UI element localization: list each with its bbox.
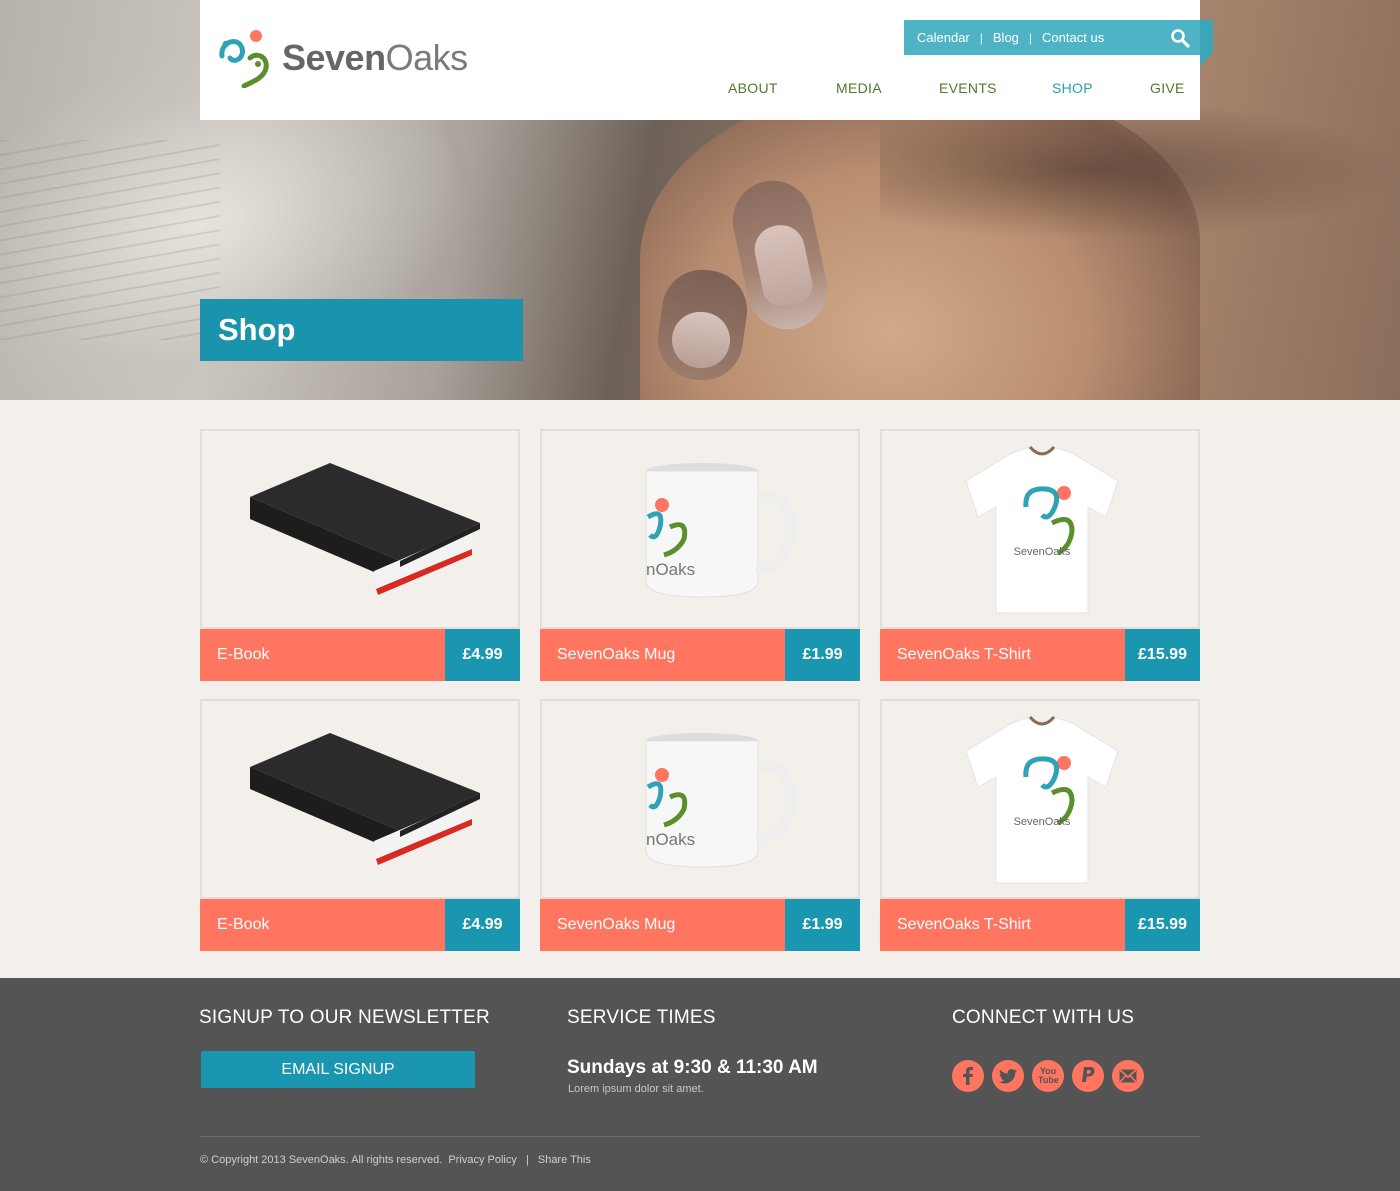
email-signup-button[interactable]: EMAIL SIGNUP [201, 1051, 475, 1088]
footer-legal: © Copyright 2013 SevenOaks. All rights r… [200, 1154, 591, 1166]
svg-text:SevenOaks: SevenOaks [1014, 546, 1071, 558]
main-nav: ABOUT MEDIA EVENTS SHOP GIVE [200, 80, 1200, 100]
nav-events[interactable]: EVENTS [939, 80, 997, 96]
service-note: Lorem ipsum dolor sit amet. [568, 1083, 704, 1095]
utility-bar: Calendar | Blog | Contact us [904, 20, 1213, 66]
connect-heading: CONNECT WITH US [952, 1007, 1135, 1028]
product-card[interactable]: E-Book £4.99 [200, 699, 520, 951]
newsletter-heading: SIGNUP TO OUR NEWSLETTER [199, 1007, 490, 1028]
product-card[interactable]: nOaks SevenOaks Mug £1.99 [540, 429, 860, 681]
privacy-policy-link[interactable]: Privacy Policy [448, 1154, 516, 1166]
product-image-book[interactable] [200, 429, 520, 629]
hero-shadow [880, 100, 1400, 240]
site-footer: SIGNUP TO OUR NEWSLETTER EMAIL SIGNUP SE… [0, 978, 1400, 1191]
product-price[interactable]: £1.99 [785, 629, 860, 681]
product-price[interactable]: £4.99 [445, 899, 520, 951]
product-info-bar: SevenOaks T-Shirt £15.99 [880, 899, 1200, 951]
product-price[interactable]: £15.99 [1125, 629, 1200, 681]
service-times-heading: SERVICE TIMES [567, 1007, 716, 1028]
product-card[interactable]: nOaks SevenOaks Mug £1.99 [540, 699, 860, 951]
product-name[interactable]: SevenOaks T-Shirt [880, 629, 1125, 681]
calendar-link[interactable]: Calendar [917, 30, 970, 45]
separator: | [1028, 30, 1033, 45]
product-name[interactable]: SevenOaks Mug [540, 899, 785, 951]
product-name[interactable]: SevenOaks T-Shirt [880, 899, 1125, 951]
service-times: Sundays at 9:30 & 11:30 AM [567, 1057, 818, 1078]
logo-icon [219, 30, 269, 88]
separator: | [525, 1154, 529, 1166]
product-price[interactable]: £15.99 [1125, 899, 1200, 951]
twitter-icon[interactable] [992, 1060, 1024, 1092]
blog-link[interactable]: Blog [993, 30, 1019, 45]
nav-shop[interactable]: SHOP [1052, 80, 1093, 96]
search-icon[interactable] [1170, 28, 1190, 48]
site-logo[interactable]: SevenOaks [216, 28, 486, 88]
facebook-icon[interactable] [952, 1060, 984, 1092]
product-info-bar: SevenOaks Mug £1.99 [540, 629, 860, 681]
product-info-bar: E-Book £4.99 [200, 899, 520, 951]
paypal-icon[interactable] [1072, 1060, 1104, 1092]
share-this-link[interactable]: Share This [538, 1154, 591, 1166]
product-name[interactable]: SevenOaks Mug [540, 629, 785, 681]
product-card[interactable]: SevenOaks SevenOaks T-Shirt £15.99 [880, 429, 1200, 681]
product-image-book[interactable] [200, 699, 520, 899]
youtube-label: You Tube [1038, 1066, 1059, 1085]
page-title: Shop [200, 299, 523, 361]
nav-about[interactable]: ABOUT [728, 80, 778, 96]
product-card[interactable]: SevenOaks SevenOaks T-Shirt £15.99 [880, 699, 1200, 951]
product-image-mug[interactable]: nOaks [540, 429, 860, 629]
site-header: SevenOaks Calendar | Blog | Contact us A… [200, 0, 1213, 120]
svg-text:nOaks: nOaks [646, 830, 695, 849]
product-card[interactable]: E-Book £4.99 [200, 429, 520, 681]
product-price[interactable]: £1.99 [785, 899, 860, 951]
svg-text:nOaks: nOaks [646, 560, 695, 579]
youtube-icon[interactable]: You Tube [1032, 1060, 1064, 1092]
logo-wordmark: SevenOaks [282, 37, 468, 78]
product-image-mug[interactable]: nOaks [540, 699, 860, 899]
nav-give[interactable]: GIVE [1150, 80, 1185, 96]
product-name[interactable]: E-Book [200, 899, 445, 951]
product-price[interactable]: £4.99 [445, 629, 520, 681]
nav-media[interactable]: MEDIA [836, 80, 882, 96]
product-info-bar: SevenOaks Mug £1.99 [540, 899, 860, 951]
contact-link[interactable]: Contact us [1042, 30, 1104, 45]
product-image-tshirt[interactable]: SevenOaks [880, 699, 1200, 899]
separator: | [979, 30, 983, 45]
product-image-tshirt[interactable]: SevenOaks [880, 429, 1200, 629]
product-info-bar: E-Book £4.99 [200, 629, 520, 681]
svg-text:SevenOaks: SevenOaks [1014, 816, 1071, 828]
copyright-text: © Copyright 2013 SevenOaks. All rights r… [200, 1154, 443, 1166]
footer-divider [200, 1136, 1200, 1137]
email-icon[interactable] [1112, 1060, 1144, 1092]
hero-book-text [0, 140, 220, 340]
product-info-bar: SevenOaks T-Shirt £15.99 [880, 629, 1200, 681]
product-name[interactable]: E-Book [200, 629, 445, 681]
